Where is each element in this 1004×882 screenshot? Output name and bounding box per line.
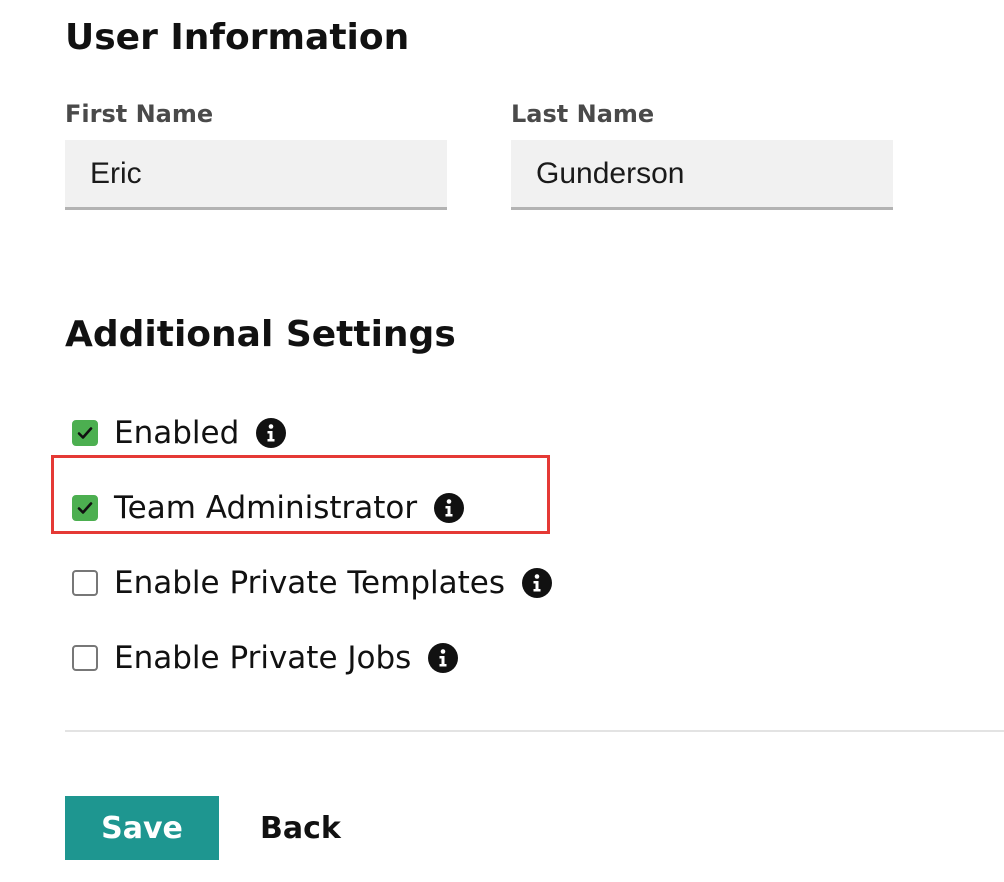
highlight-box	[51, 455, 550, 534]
setting-enable-private-templates: Enable Private Templates	[72, 545, 632, 620]
enable-private-jobs-checkbox[interactable]	[72, 644, 98, 671]
divider	[65, 730, 1004, 732]
first-name-label: First Name	[65, 100, 214, 128]
checkmark-icon	[77, 426, 93, 439]
setting-enable-private-jobs: Enable Private Jobs	[72, 620, 632, 695]
user-information-title: User Information	[65, 17, 410, 58]
first-name-field: First Name	[65, 98, 447, 210]
enable-private-jobs-label: Enable Private Jobs	[114, 639, 412, 676]
info-icon[interactable]	[427, 642, 459, 674]
enabled-label: Enabled	[114, 414, 240, 451]
additional-settings-title: Additional Settings	[65, 314, 456, 355]
info-icon[interactable]	[255, 417, 287, 449]
back-button[interactable]: Back	[242, 796, 359, 860]
info-icon[interactable]	[521, 567, 553, 599]
save-button[interactable]: Save	[65, 796, 219, 860]
last-name-field: Last Name	[511, 98, 893, 210]
first-name-input[interactable]	[65, 140, 447, 210]
last-name-input[interactable]	[511, 140, 893, 210]
settings-list: Enabled Team Administrator Enable Privat…	[72, 395, 632, 695]
enable-private-templates-label: Enable Private Templates	[114, 564, 505, 601]
last-name-label: Last Name	[511, 100, 655, 128]
enable-private-templates-checkbox[interactable]	[72, 569, 98, 596]
enabled-checkbox[interactable]	[72, 419, 98, 446]
